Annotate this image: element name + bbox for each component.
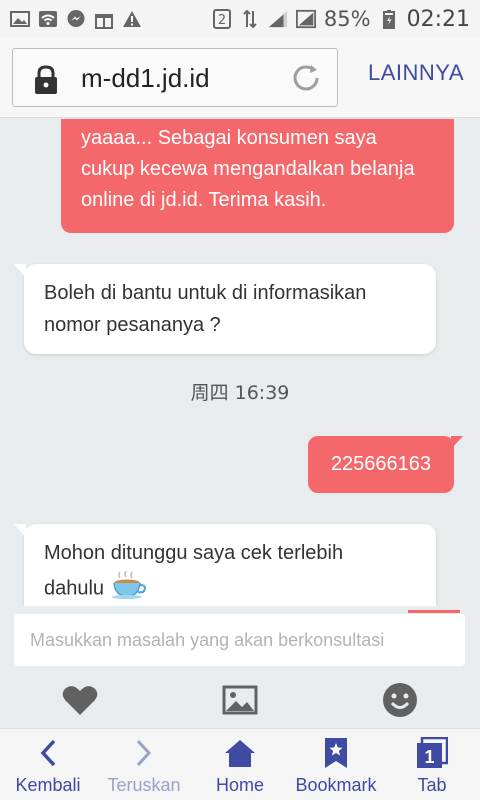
bookmark-icon: [323, 735, 349, 771]
message-line: cukup kecewa mengandalkan belanja: [81, 158, 415, 180]
message-line: nomor pesananya ?: [44, 314, 221, 336]
nav-tab[interactable]: 1 Tab: [384, 729, 480, 800]
nav-back-label: Kembali: [15, 775, 81, 795]
chevron-left-icon: [38, 735, 58, 771]
sim-badge-text: 2: [218, 13, 226, 28]
signal-icon: [268, 9, 288, 29]
clock: 02:21: [406, 6, 470, 32]
messenger-icon: [66, 9, 86, 29]
home-icon: [224, 735, 256, 771]
incoming-message: Boleh di bantu untuk di informasikan nom…: [14, 264, 436, 354]
outgoing-message: yaaaa... Sebagai konsumen saya cukup kec…: [61, 119, 454, 233]
url-field[interactable]: m-dd1.jd.id: [12, 48, 338, 107]
wifi-icon: [38, 9, 58, 29]
url-text: m-dd1.jd.id: [81, 63, 210, 93]
status-bar: 2 85% 02:21: [0, 0, 480, 38]
warning-icon: [122, 9, 142, 29]
message-line: Mohon ditunggu saya cek terlebih: [44, 542, 344, 564]
nav-home[interactable]: Home: [192, 729, 288, 800]
message-timestamp: 周四 16:39: [190, 382, 290, 404]
lock-icon: [33, 65, 59, 100]
battery-icon: [379, 9, 399, 29]
message-input[interactable]: [14, 614, 465, 666]
message-line: online di jd.id. Terima kasih.: [81, 189, 327, 211]
nav-tab-label: Tab: [417, 775, 447, 795]
more-button[interactable]: LAINNYA: [356, 60, 476, 86]
nav-bookmark-label: Bookmark: [295, 775, 377, 795]
signal-icon-2: [295, 9, 316, 29]
gallery-icon: [10, 9, 30, 29]
nav-home-label: Home: [215, 775, 264, 795]
tea-cup-emoji-icon: [110, 569, 148, 606]
status-left: [10, 9, 142, 29]
status-right: 2 85% 02:21: [212, 7, 470, 32]
sim-badge-icon: 2: [212, 9, 232, 29]
nav-back[interactable]: Kembali: [0, 729, 96, 800]
message-line-with-emoji: dahulu: [44, 569, 416, 606]
chevron-right-icon: [134, 735, 154, 771]
data-transfer-icon: [240, 9, 260, 29]
browser-address-bar: m-dd1.jd.id LAINNYA: [0, 38, 480, 118]
image-icon[interactable]: [220, 682, 260, 718]
reload-icon[interactable]: [289, 61, 323, 100]
nav-forward[interactable]: Teruskan: [96, 729, 192, 800]
gift-icon: [94, 9, 114, 29]
heart-icon[interactable]: [60, 682, 100, 718]
chat-tool-row: [0, 670, 480, 728]
nav-bookmark[interactable]: Bookmark: [288, 729, 384, 800]
tab-count: 1: [424, 747, 434, 767]
incoming-message: Mohon ditunggu saya cek terlebih dahulu: [14, 524, 436, 606]
outgoing-message-order-number: 225666163: [308, 436, 463, 493]
message-line: Boleh di bantu untuk di informasikan: [44, 282, 367, 304]
tabs-icon: 1: [416, 735, 448, 771]
smiley-icon[interactable]: [380, 682, 420, 718]
chat-area[interactable]: yaaaa... Sebagai konsumen saya cukup kec…: [0, 119, 480, 606]
battery-percent: 85%: [323, 7, 371, 31]
nav-forward-label: Teruskan: [107, 775, 181, 795]
message-line: dahulu: [44, 577, 105, 600]
input-accent-line: [408, 610, 460, 613]
message-input-bar: [0, 606, 480, 670]
browser-bottom-nav: Kembali Teruskan Home Bookmark 1 Tab: [0, 728, 480, 800]
message-line: yaaaa... Sebagai konsumen saya: [81, 127, 377, 149]
